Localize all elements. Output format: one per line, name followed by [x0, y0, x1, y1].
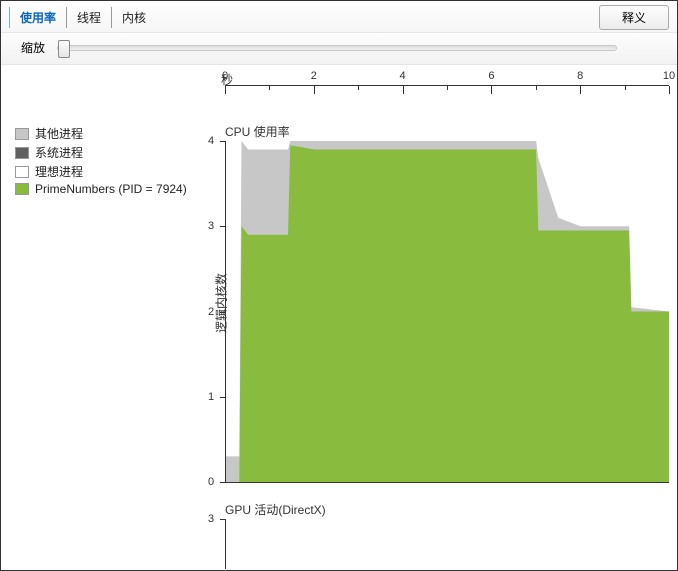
legend-system: 系统进程 [15, 144, 219, 161]
legend: 其他进程 系统进程 理想进程 PrimeNumbers (PID = 7924) [1, 63, 219, 570]
cpu-chart: CPU 使用率 逻辑内核数 01234 [219, 123, 669, 483]
swatch-ideal [15, 166, 29, 178]
cpu-plot: 01234 [225, 141, 669, 483]
cpu-plot-svg [226, 141, 669, 482]
gpu-ytick-label: 3 [208, 513, 214, 525]
zoom-slider-thumb[interactable] [58, 40, 70, 58]
chart-area: 秒 0246810 CPU 使用率 逻辑内核数 01234 GPU 活动(Dir… [219, 63, 677, 570]
legend-other: 其他进程 [15, 125, 219, 142]
gpu-chart: GPU 活动(DirectX) 3 [219, 501, 669, 571]
help-button[interactable]: 释义 [599, 5, 669, 30]
legend-process-label: PrimeNumbers (PID = 7924) [35, 182, 187, 196]
legend-system-label: 系统进程 [35, 144, 83, 161]
zoom-slider[interactable] [57, 45, 617, 51]
tab-threads[interactable]: 线程 [67, 7, 112, 28]
legend-other-label: 其他进程 [35, 125, 83, 142]
zoom-row: 缩放 [1, 33, 677, 65]
tabs: 使用率 线程 内核 [9, 7, 599, 28]
swatch-other [15, 128, 29, 140]
tab-cores[interactable]: 内核 [112, 7, 156, 28]
legend-process: PrimeNumbers (PID = 7924) [15, 182, 219, 196]
gpu-chart-title: GPU 活动(DirectX) [225, 501, 326, 518]
gpu-ytick [220, 519, 226, 520]
gpu-plot: 3 [225, 519, 669, 569]
swatch-system [15, 147, 29, 159]
swatch-process [15, 183, 29, 195]
tab-utilization[interactable]: 使用率 [9, 7, 67, 28]
cpu-chart-title: CPU 使用率 [225, 123, 290, 140]
toolbar: 使用率 线程 内核 释义 [1, 1, 677, 33]
legend-ideal-label: 理想进程 [35, 163, 83, 180]
time-ruler: 0246810 [225, 85, 669, 97]
zoom-label: 缩放 [21, 39, 45, 56]
legend-ideal: 理想进程 [15, 163, 219, 180]
